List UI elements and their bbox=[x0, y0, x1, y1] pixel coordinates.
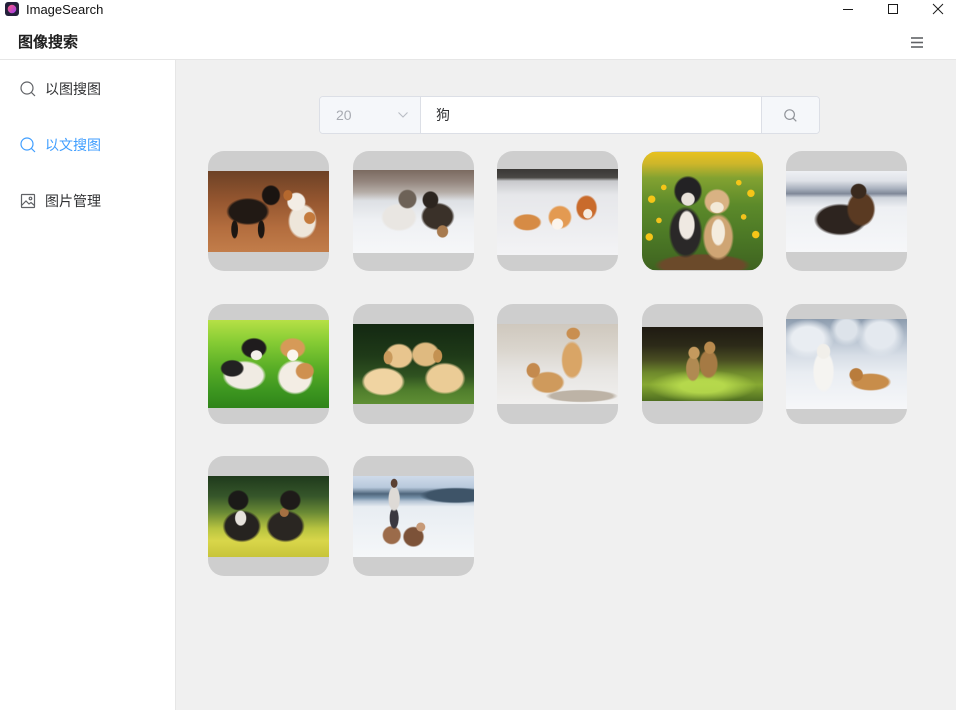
search-icon bbox=[784, 108, 797, 122]
result-card[interactable] bbox=[641, 303, 763, 424]
sidebar-item-image-management[interactable]: 图片管理 bbox=[0, 173, 175, 229]
result-thumbnail bbox=[352, 170, 474, 253]
result-thumbnail bbox=[641, 152, 763, 270]
result-card[interactable] bbox=[497, 151, 618, 271]
search-icon bbox=[20, 81, 36, 97]
result-thumbnail bbox=[497, 169, 618, 255]
search-bar: 20 bbox=[319, 96, 820, 134]
limit-select-value: 20 bbox=[336, 107, 352, 123]
limit-select[interactable]: 20 bbox=[320, 97, 421, 133]
sidebar: 以图搜图 以文搜图 图片管理 bbox=[0, 60, 176, 710]
main-content: 20 bbox=[176, 60, 956, 710]
result-card[interactable] bbox=[208, 151, 329, 271]
result-card[interactable] bbox=[497, 303, 618, 424]
menu-icon bbox=[911, 36, 923, 48]
minimize-button[interactable] bbox=[830, 0, 866, 18]
page-title: 图像搜索 bbox=[18, 34, 79, 51]
result-thumbnail bbox=[208, 171, 329, 252]
title-bar: ImageSearch bbox=[0, 0, 956, 22]
app-name: ImageSearch bbox=[26, 2, 104, 17]
result-card[interactable] bbox=[352, 303, 474, 424]
app-logo-icon bbox=[5, 2, 19, 16]
sidebar-item-search-by-image[interactable]: 以图搜图 bbox=[0, 61, 175, 117]
sidebar-item-label: 以文搜图 bbox=[45, 137, 101, 153]
sidebar-item-label: 图片管理 bbox=[45, 193, 101, 209]
results-grid bbox=[208, 151, 907, 576]
result-card[interactable] bbox=[641, 151, 763, 271]
result-thumbnail bbox=[786, 318, 907, 409]
chevron-down-icon bbox=[398, 112, 408, 118]
result-card[interactable] bbox=[208, 303, 329, 424]
sidebar-item-search-by-text[interactable]: 以文搜图 bbox=[0, 117, 175, 173]
result-thumbnail bbox=[208, 319, 329, 408]
search-input[interactable] bbox=[421, 97, 761, 133]
result-thumbnail bbox=[352, 476, 474, 557]
result-card[interactable] bbox=[786, 151, 907, 271]
search-icon bbox=[20, 137, 36, 153]
maximize-button[interactable] bbox=[875, 0, 911, 18]
search-button[interactable] bbox=[761, 97, 819, 133]
close-icon bbox=[932, 3, 944, 15]
menu-button[interactable] bbox=[907, 32, 927, 52]
close-button[interactable] bbox=[920, 0, 956, 18]
result-card[interactable] bbox=[352, 151, 474, 271]
result-thumbnail bbox=[786, 171, 907, 252]
result-card[interactable] bbox=[352, 456, 474, 576]
result-thumbnail bbox=[497, 323, 618, 404]
result-thumbnail bbox=[641, 326, 763, 401]
image-icon bbox=[20, 193, 36, 209]
minimize-icon bbox=[843, 9, 853, 10]
result-card[interactable] bbox=[786, 303, 907, 424]
app-header: 图像搜索 bbox=[0, 22, 956, 60]
sidebar-item-label: 以图搜图 bbox=[45, 81, 101, 97]
result-card[interactable] bbox=[208, 456, 329, 576]
result-thumbnail bbox=[352, 323, 474, 404]
maximize-icon bbox=[888, 4, 898, 14]
result-thumbnail bbox=[208, 476, 329, 557]
